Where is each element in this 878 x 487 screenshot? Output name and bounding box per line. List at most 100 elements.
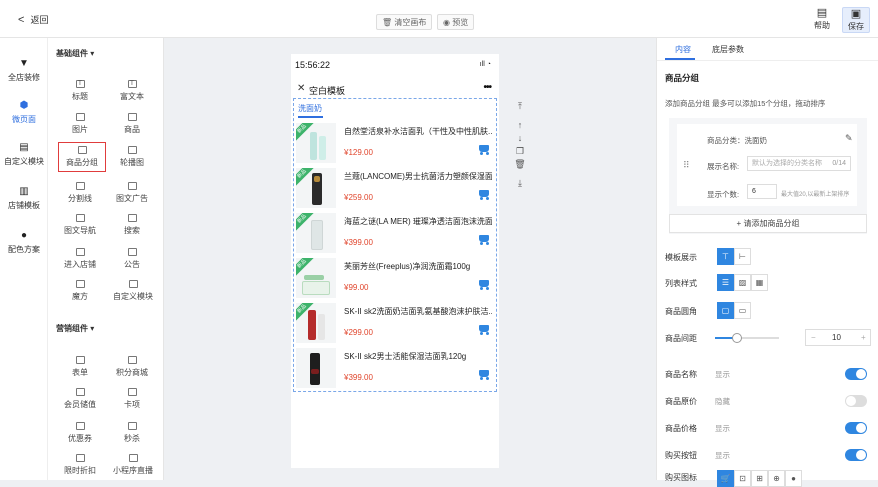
plus-icon[interactable]: + xyxy=(861,333,866,342)
help-button[interactable]: ▤ 帮助 xyxy=(808,7,836,33)
save-button[interactable]: ▣ 保存 xyxy=(842,7,870,33)
cart-icon[interactable] xyxy=(478,325,490,335)
widget-points-mall[interactable]: 积分商城 xyxy=(108,356,156,378)
widget-flash-sale[interactable]: 秒杀 xyxy=(108,422,156,444)
row-label: 商品名称 xyxy=(665,370,697,379)
close-icon[interactable]: ✕ xyxy=(297,83,305,94)
display-count-hint: 最大值20,以最新上架排序 xyxy=(781,192,850,198)
buy-icon-cart-outline-option[interactable]: ⊡ xyxy=(734,470,751,487)
tab-base-params[interactable]: 底层参数 xyxy=(712,44,744,55)
product-item[interactable]: 新品 自然堂活泉补水洁面乳（干性及中性肌肤... ¥129.00 xyxy=(296,123,494,168)
buy-button-row: 购买按钮 显示 xyxy=(665,446,873,464)
nav-store-template[interactable]: ▥ 店铺模板 xyxy=(0,186,48,211)
widget-cube[interactable]: 魔方 xyxy=(56,280,104,302)
cart-icon[interactable] xyxy=(478,280,490,290)
widget-live-stream[interactable]: 小程序直播 xyxy=(104,454,162,476)
product-image: 新品 xyxy=(296,123,336,163)
drag-handle-icon[interactable]: ⠿ xyxy=(683,160,690,171)
move-up-icon[interactable]: ↑ xyxy=(513,119,527,132)
marketing-widgets-header[interactable]: 营销组件 ▾ xyxy=(56,323,94,334)
widget-product[interactable]: 商品 xyxy=(108,113,156,135)
price-toggle[interactable] xyxy=(845,422,867,434)
original-price-toggle[interactable] xyxy=(845,395,867,407)
clear-canvas-button[interactable]: 🗑 清空画布 xyxy=(376,14,433,30)
list-style-grid-option[interactable]: ▦ xyxy=(751,274,768,291)
preview-button[interactable]: ◉ 预览 xyxy=(437,14,475,30)
widget-rich-text[interactable]: T 富文本 xyxy=(108,80,156,102)
widget-image-ad[interactable]: 图文广告 xyxy=(108,182,156,204)
name-toggle[interactable] xyxy=(845,368,867,380)
edit-icon[interactable]: ✎ xyxy=(845,133,853,144)
spacing-slider[interactable] xyxy=(715,333,779,343)
speaker-icon xyxy=(127,248,137,256)
widget-enter-store[interactable]: 进入店铺 xyxy=(56,248,104,270)
widget-notice[interactable]: 公告 xyxy=(108,248,156,270)
buy-icon-cart-alt-option[interactable]: ⊞ xyxy=(751,470,768,487)
nav-custom-module[interactable]: ▤ 自定义模块 xyxy=(0,142,48,167)
widget-product-group[interactable]: 商品分组 xyxy=(58,142,106,172)
cart-icon[interactable] xyxy=(478,145,490,155)
cube-icon: ⬢ xyxy=(19,100,29,111)
display-count-input[interactable]: 6 xyxy=(747,184,777,199)
template-vertical-option[interactable]: ⊤ xyxy=(717,248,734,265)
widget-label: 积分商城 xyxy=(116,368,148,377)
group-label: 营销组件 xyxy=(56,324,88,333)
minus-icon[interactable]: − xyxy=(811,333,816,342)
image-icon xyxy=(75,113,85,121)
template-horizontal-option[interactable]: ⊢ xyxy=(734,248,751,265)
chevron-left-icon: < xyxy=(18,14,25,26)
display-name-input[interactable]: 默认为选择的分类名称 0/14 xyxy=(747,156,851,171)
product-price: ¥259.00 xyxy=(344,193,373,202)
widget-image-nav[interactable]: 图文导航 xyxy=(56,214,104,236)
group-tab[interactable]: 洗面奶 xyxy=(298,103,322,114)
spacing-stepper[interactable]: − 10 + xyxy=(805,329,871,346)
list-style-list-option[interactable]: ☰ xyxy=(717,274,734,291)
widget-card[interactable]: 卡项 xyxy=(108,388,156,410)
buy-icon-plus-circle-option[interactable]: ⊕ xyxy=(768,470,785,487)
widget-form[interactable]: 表单 xyxy=(56,356,104,378)
buy-icon-plus-filled-option[interactable]: ● xyxy=(785,470,802,487)
basic-widgets-header[interactable]: 基础组件 ▾ xyxy=(56,48,94,59)
cart-icon[interactable] xyxy=(478,370,490,380)
move-bottom-icon[interactable]: ⤓ xyxy=(513,177,527,190)
widget-time-discount[interactable]: 限时折扣 xyxy=(56,454,104,476)
corner-round-option[interactable]: ▭ xyxy=(734,302,751,319)
widget-image[interactable]: 图片 xyxy=(56,113,104,135)
product-item[interactable]: 新品 SK-II sk2洗面奶洁面乳氨基酸泡沫护肤洁... ¥299.00 xyxy=(296,303,494,348)
product-item[interactable]: 新品 芙丽芳丝(Freeplus)净润洗面霜100g ¥99.00 xyxy=(296,258,494,303)
product-group-block[interactable]: 洗面奶 新品 自然堂活泉补水洁面乳（干性及中性肌肤... ¥129.00 新品 … xyxy=(293,98,497,392)
move-down-icon[interactable]: ↓ xyxy=(513,132,527,145)
widget-divider[interactable]: 分割线 xyxy=(56,182,104,204)
spacing-slider-knob[interactable] xyxy=(732,333,743,343)
corner-square-option[interactable]: ▢ xyxy=(717,302,734,319)
back-button[interactable]: < 返回 xyxy=(18,13,48,26)
delete-icon[interactable]: 🗑 xyxy=(513,158,527,171)
nav-color-scheme[interactable]: ● 配色方案 xyxy=(0,230,48,255)
add-group-button[interactable]: + 请添加商品分组 xyxy=(669,214,867,233)
cart-icon[interactable] xyxy=(478,190,490,200)
shirt-icon: ▼ xyxy=(19,58,29,69)
widget-search[interactable]: 搜索 xyxy=(108,214,156,236)
buy-icon-cart-filled-option[interactable]: 🛒 xyxy=(717,470,734,487)
widget-member-deposit[interactable]: 会员储值 xyxy=(56,388,104,410)
widget-title[interactable]: T 标题 xyxy=(56,80,104,102)
product-item[interactable]: 新品 兰蔻(LANCOME)男士抗菌活力塑颜保湿面... ¥259.00 xyxy=(296,168,494,213)
buy-button-toggle[interactable] xyxy=(845,449,867,461)
nav-micro-page[interactable]: ⬢ 微页面 xyxy=(0,100,48,125)
widget-carousel[interactable]: 轮播图 xyxy=(108,146,156,168)
cube-grid-icon xyxy=(75,280,85,288)
row-label: 模板展示 xyxy=(665,253,697,262)
list-style-image-option[interactable]: ▨ xyxy=(734,274,751,291)
widget-custom-module[interactable]: 自定义模块 xyxy=(104,280,162,302)
move-top-icon[interactable]: ⤒ xyxy=(513,100,527,113)
cart-icon[interactable] xyxy=(478,235,490,245)
widget-label: 图片 xyxy=(72,125,88,134)
help-icon: ▤ xyxy=(816,7,828,19)
widget-coupon[interactable]: 优惠券 xyxy=(56,422,104,444)
copy-icon[interactable]: ❐ xyxy=(513,145,527,158)
tab-content[interactable]: 内容 xyxy=(675,44,691,55)
more-icon[interactable]: ••• xyxy=(483,82,491,93)
product-item[interactable]: SK-II sk2男士活能保湿洁面乳120g ¥399.00 xyxy=(296,348,494,393)
product-item[interactable]: 新品 海蓝之谜(LA MER) 璀璨净透洁面泡沫洗面... ¥399.00 xyxy=(296,213,494,258)
nav-store-decoration[interactable]: ▼ 全店装修 xyxy=(0,58,48,83)
